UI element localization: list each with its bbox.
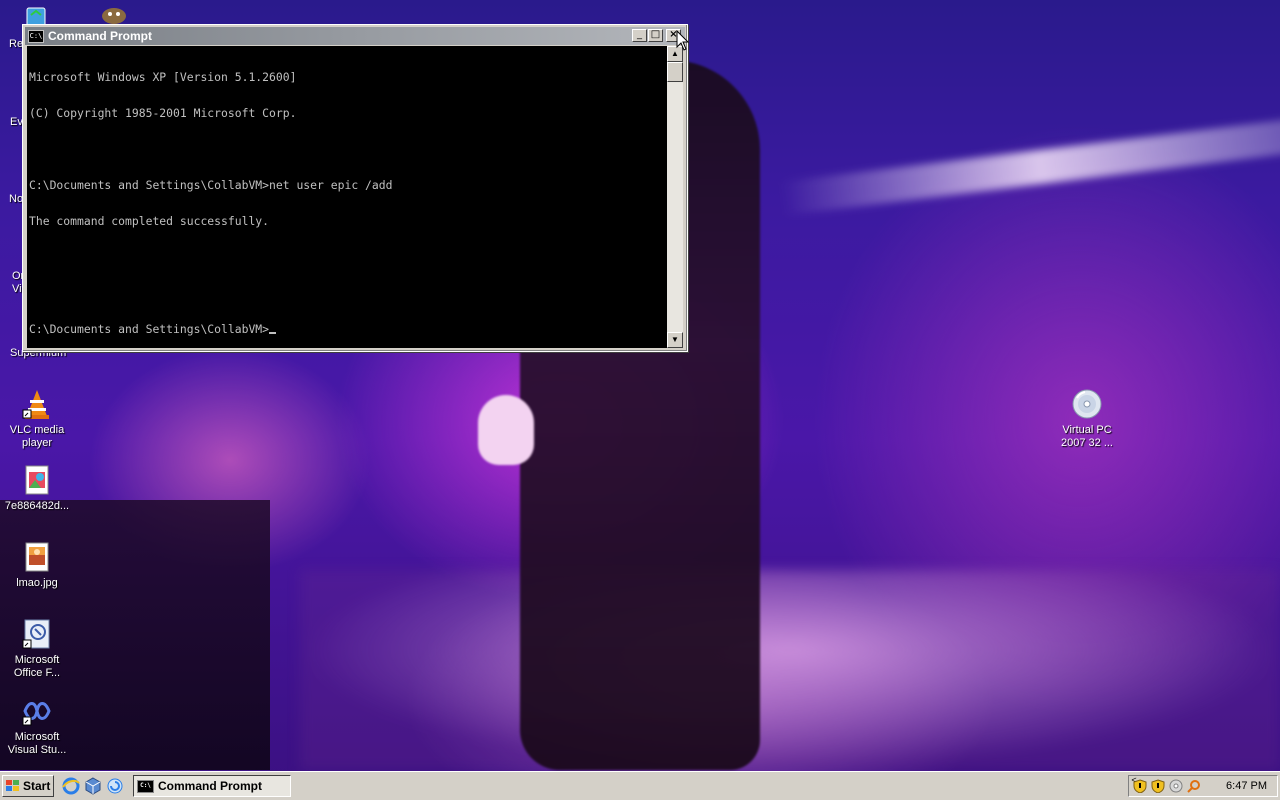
vertical-scrollbar[interactable]: ▲ ▼ (667, 46, 683, 348)
console-line: Microsoft Windows XP [Version 5.1.2600] (29, 70, 297, 84)
partial-label-no: No (9, 193, 24, 205)
visual-studio-icon (21, 695, 53, 727)
character-icon (99, 2, 129, 26)
console-line: (C) Copyright 1985-2001 Microsoft Corp. (29, 106, 297, 120)
desktop-icon-label: Microsoft Visual Stu... (7, 731, 67, 756)
desktop-icon-image-7e886482d[interactable]: 7e886482d... (0, 464, 74, 513)
desktop-icon-label: Microsoft Office F... (13, 654, 61, 679)
console-app-icon: C:\ (28, 29, 44, 43)
command-prompt-window[interactable]: C:\ Command Prompt _ □ × Microsoft Windo… (22, 24, 688, 352)
desktop-icon-vlc[interactable]: VLC media player (0, 388, 74, 450)
cd-disc-icon (1071, 388, 1103, 420)
image-file-icon (21, 464, 53, 496)
partial-label-vi: Vi (12, 283, 22, 295)
desktop-icon-label: 7e886482d... (4, 500, 70, 512)
partial-label-re: Re (9, 38, 24, 50)
console-prompt-line[interactable]: C:\Documents and Settings\CollabVM> (29, 323, 667, 335)
vlc-cone-icon (21, 388, 53, 420)
desktop-icon-virtual-pc[interactable]: Virtual PC 2007 32 ... (1050, 388, 1124, 450)
console-line: The command completed successfully. (29, 214, 270, 228)
windows-flag-icon (6, 780, 20, 792)
desktop-icon-lmao-jpg[interactable]: lmao.jpg (0, 541, 74, 590)
wallpaper-hand (478, 395, 534, 465)
desktop-icon-label: lmao.jpg (16, 577, 58, 589)
text-cursor (269, 332, 277, 334)
desktop-icon-visual-studio[interactable]: Microsoft Visual Stu... (0, 695, 74, 757)
desktop-icon-label: Virtual PC 2007 32 ... (1061, 424, 1113, 449)
search-tray-icon[interactable] (1187, 779, 1201, 793)
show-desktop-icon[interactable] (106, 777, 124, 795)
taskbar: Start C:\ Command Prompt < 6:47 PM (0, 771, 1280, 800)
wallpaper-bed (300, 570, 1280, 770)
system-tray: 6:47 PM (1128, 775, 1278, 797)
desktop-icon-office[interactable]: Microsoft Office F... (0, 618, 74, 680)
image-file-icon (21, 541, 53, 573)
minimize-button[interactable]: _ (632, 29, 647, 42)
security-shield-icon[interactable] (1151, 779, 1165, 794)
console-output[interactable]: Microsoft Windows XP [Version 5.1.2600] … (27, 46, 667, 348)
taskbar-button-command-prompt[interactable]: C:\ Command Prompt (133, 775, 291, 797)
clock[interactable]: 6:47 PM (1226, 780, 1267, 792)
internet-explorer-icon[interactable] (62, 777, 80, 795)
wallpaper-light-strip (779, 118, 1280, 216)
console-prompt: C:\Documents and Settings\CollabVM> (29, 322, 270, 336)
taskbar-button-label: Command Prompt (158, 779, 263, 793)
network-icon[interactable] (84, 777, 102, 795)
maximize-button[interactable]: □ (648, 29, 663, 42)
desktop-icon-label: VLC media player (9, 424, 65, 449)
partial-label-ev: Ev (10, 116, 23, 128)
console-app-icon: C:\ (137, 779, 154, 793)
office-shortcut-icon (21, 618, 53, 650)
window-titlebar[interactable]: C:\ Command Prompt _ □ × (25, 27, 685, 45)
start-button[interactable]: Start (2, 775, 54, 797)
scroll-down-button[interactable]: ▼ (667, 332, 683, 348)
window-title: Command Prompt (48, 29, 153, 43)
security-shield-icon[interactable] (1133, 779, 1147, 794)
network-tray-icon[interactable] (1169, 779, 1183, 793)
scroll-thumb[interactable] (667, 62, 683, 82)
start-label: Start (23, 779, 51, 793)
console-line: C:\Documents and Settings\CollabVM>net u… (29, 178, 393, 192)
mouse-pointer-icon (676, 30, 690, 51)
